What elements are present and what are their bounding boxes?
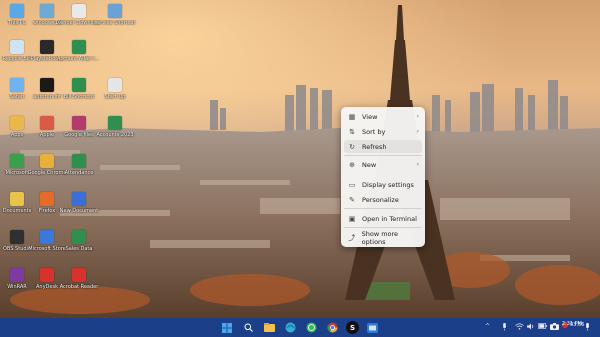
folder-icon	[10, 116, 24, 130]
chevron-right-icon: ›	[416, 128, 419, 135]
tray-clock[interactable]: 2:31 PM	[562, 321, 582, 327]
xender-icon	[72, 4, 86, 18]
menu-separator	[344, 227, 422, 228]
taskbar: S ^ 03:56 2:31 PM	[0, 318, 600, 337]
desktop-icon-label: Sales Data	[65, 246, 93, 252]
menu-item-sort-by[interactable]: ⇅ Sort by ›	[344, 125, 422, 138]
file-icon	[40, 78, 54, 92]
windows-start-icon[interactable]	[220, 321, 233, 334]
firefox-icon	[40, 192, 54, 206]
menu-item-refresh[interactable]: ↻ Refresh	[344, 140, 422, 153]
pdf-icon	[72, 268, 86, 282]
desktop-icon-label: Attendance	[64, 170, 94, 176]
desktop-icon[interactable]: Sales Data	[57, 228, 101, 264]
chevron-right-icon: ›	[416, 113, 419, 120]
clock-time: 2:31 PM	[561, 321, 582, 327]
menu-item-new[interactable]: ⊕ New ›	[344, 158, 422, 171]
game-icon	[40, 40, 54, 54]
menu-item-label: View	[362, 112, 378, 121]
computer-icon	[10, 4, 24, 18]
menu-separator	[344, 208, 422, 209]
camera-icon[interactable]	[550, 323, 559, 332]
terminal-icon: ▣	[348, 214, 356, 223]
menu-item-show-more-options[interactable]: ⤴ Show more options	[344, 229, 422, 246]
brush-icon: ✎	[349, 195, 355, 204]
spreadsheet-icon	[72, 40, 86, 54]
refresh-icon: ↻	[349, 142, 355, 151]
sort-icon: ⇅	[349, 127, 355, 136]
menu-item-personalize[interactable]: ✎ Personalize	[344, 193, 422, 206]
menu-separator	[344, 155, 422, 156]
menu-item-view[interactable]: ▦ View ›	[344, 110, 422, 123]
startup-icon	[108, 78, 122, 92]
desktop-icon-label: service Shortcut	[94, 20, 136, 26]
menu-item-label: Refresh	[362, 142, 387, 151]
menu-item-label: Display settings	[362, 180, 414, 189]
whatsapp-icon[interactable]	[305, 321, 318, 334]
chrome-icon	[40, 154, 54, 168]
menu-item-label: Open in Terminal	[362, 214, 417, 223]
winrar-icon	[72, 116, 86, 130]
desktop-icon[interactable]: service Shortcut	[93, 2, 137, 38]
menu-item-open-in-terminal[interactable]: ▣ Open in Terminal	[344, 212, 422, 225]
anydesk-icon	[40, 268, 54, 282]
outlook-icon[interactable]	[366, 321, 379, 334]
tray-overflow-chevron-icon[interactable]: ^	[485, 323, 490, 330]
file-explorer-icon[interactable]	[263, 321, 276, 334]
menu-item-label: New	[362, 160, 377, 169]
menu-item-label: Sort by	[362, 127, 386, 136]
app-icon	[10, 154, 24, 168]
desktop-icon-label: Account Alias for t...	[57, 56, 101, 62]
app-s-label: S	[349, 323, 356, 332]
winrar-icon	[10, 268, 24, 282]
edge-icon[interactable]	[284, 321, 297, 334]
microphone-tray-icon[interactable]	[502, 323, 507, 333]
desktop-icon[interactable]: Attendance	[57, 152, 101, 188]
desktop-icon[interactable]: New Document	[57, 190, 101, 226]
safari-icon	[10, 78, 24, 92]
spreadsheet-icon	[108, 116, 122, 130]
new-icon: ⊕	[349, 160, 355, 169]
desktop-icon[interactable]: Start Up	[93, 76, 137, 112]
chrome-icon[interactable]	[326, 321, 339, 334]
desktop-icon-label: New Document	[59, 208, 99, 214]
display-icon: ▭	[348, 180, 356, 189]
bill-icon	[72, 78, 86, 92]
battery-icon[interactable]	[538, 323, 547, 331]
chevron-right-icon: ›	[416, 161, 419, 168]
wifi-icon[interactable]	[515, 323, 524, 332]
folder-icon	[40, 116, 54, 130]
search-icon[interactable]	[242, 321, 255, 334]
spreadsheet-icon	[72, 230, 86, 244]
desktop-icon[interactable]: Acrobat Reader	[57, 266, 101, 302]
more-options-icon: ⤴	[348, 233, 356, 242]
desktop-icon-label: Accounts 2023	[96, 132, 134, 138]
grid-view-icon: ▦	[348, 112, 356, 121]
document-icon	[108, 4, 122, 18]
folder-icon	[10, 192, 24, 206]
desktop-context-menu: ▦ View › ⇅ Sort by › ↻ Refresh ⊕ New › ▭ Display set…	[341, 107, 425, 247]
desktop-icon-label: Start Up	[104, 94, 126, 100]
volume-icon[interactable]	[527, 323, 535, 332]
microphone-icon[interactable]	[585, 323, 590, 333]
store-icon	[40, 230, 54, 244]
menu-item-label: Show more options	[361, 229, 399, 246]
recycle-bin-icon	[10, 40, 24, 54]
document-icon	[72, 192, 86, 206]
menu-item-label: Personalize	[362, 195, 399, 204]
desktop-icon-label: Acrobat Reader	[59, 284, 99, 290]
app-s-icon[interactable]: S	[346, 321, 359, 334]
obs-icon	[10, 230, 24, 244]
desktop-icon[interactable]: Account Alias for t...	[57, 38, 101, 74]
desktop-icon[interactable]: Accounts 2023	[93, 114, 137, 150]
globe-icon	[40, 4, 54, 18]
spreadsheet-icon	[72, 154, 86, 168]
menu-item-display-settings[interactable]: ▭ Display settings	[344, 178, 422, 191]
